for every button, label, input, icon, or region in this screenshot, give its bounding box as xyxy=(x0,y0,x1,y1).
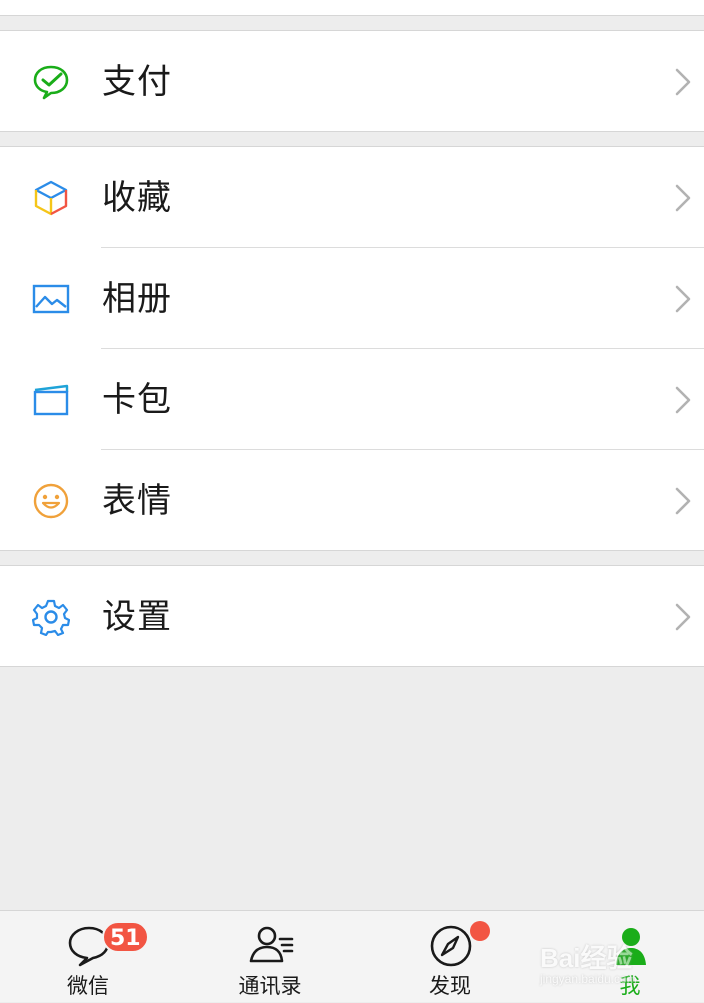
gear-icon xyxy=(32,599,70,636)
photo-icon xyxy=(32,284,70,314)
menu-label-pay: 支付 xyxy=(102,62,172,102)
watermark-text: Bai经验 xyxy=(540,943,633,973)
menu-item-album[interactable]: 相册 xyxy=(0,248,704,349)
wechat-pay-icon xyxy=(33,65,69,100)
chevron-right-icon xyxy=(675,603,691,631)
compass-icon xyxy=(430,925,472,967)
menu-item-pay[interactable]: 支付 xyxy=(0,31,704,132)
group-main: 收藏 相册 卡包 表情 xyxy=(0,146,704,551)
menu-label-settings: 设置 xyxy=(102,597,172,637)
tab-label-contacts: 通讯录 xyxy=(238,974,302,998)
menu-label-cards: 卡包 xyxy=(102,380,172,420)
smiley-icon xyxy=(33,483,69,519)
menu-item-cards[interactable]: 卡包 xyxy=(0,349,704,450)
menu-item-settings[interactable]: 设置 xyxy=(0,566,704,667)
tab-chats[interactable]: 51 微信 xyxy=(0,911,176,1003)
menu-label-stickers: 表情 xyxy=(102,481,172,521)
chevron-right-icon xyxy=(675,184,691,212)
menu-item-stickers[interactable]: 表情 xyxy=(0,450,704,551)
group-settings: 设置 xyxy=(0,565,704,667)
watermark-logo: Bai经验 jingyan.baidu.com xyxy=(540,920,680,1000)
chevron-right-icon xyxy=(675,68,691,96)
new-content-dot xyxy=(470,921,490,941)
unread-badge: 51 xyxy=(102,921,149,953)
cube-icon xyxy=(34,180,68,216)
menu-item-favorites[interactable]: 收藏 xyxy=(0,147,704,248)
tab-label-discover: 发现 xyxy=(429,974,471,998)
contacts-icon xyxy=(249,926,294,963)
tab-contacts[interactable]: 通讯录 xyxy=(182,911,358,1003)
top-strip xyxy=(0,0,704,16)
chevron-right-icon xyxy=(675,386,691,414)
tab-label-chats: 微信 xyxy=(67,974,109,998)
watermark-subtext: jingyan.baidu.com xyxy=(540,972,637,986)
menu-label-album: 相册 xyxy=(102,279,172,319)
chevron-right-icon xyxy=(675,487,691,515)
chevron-right-icon xyxy=(675,285,691,313)
menu-label-favorites: 收藏 xyxy=(102,178,172,218)
card-wallet-icon xyxy=(33,384,69,416)
group-pay: 支付 xyxy=(0,30,704,132)
tab-discover[interactable]: 发现 xyxy=(362,911,538,1003)
